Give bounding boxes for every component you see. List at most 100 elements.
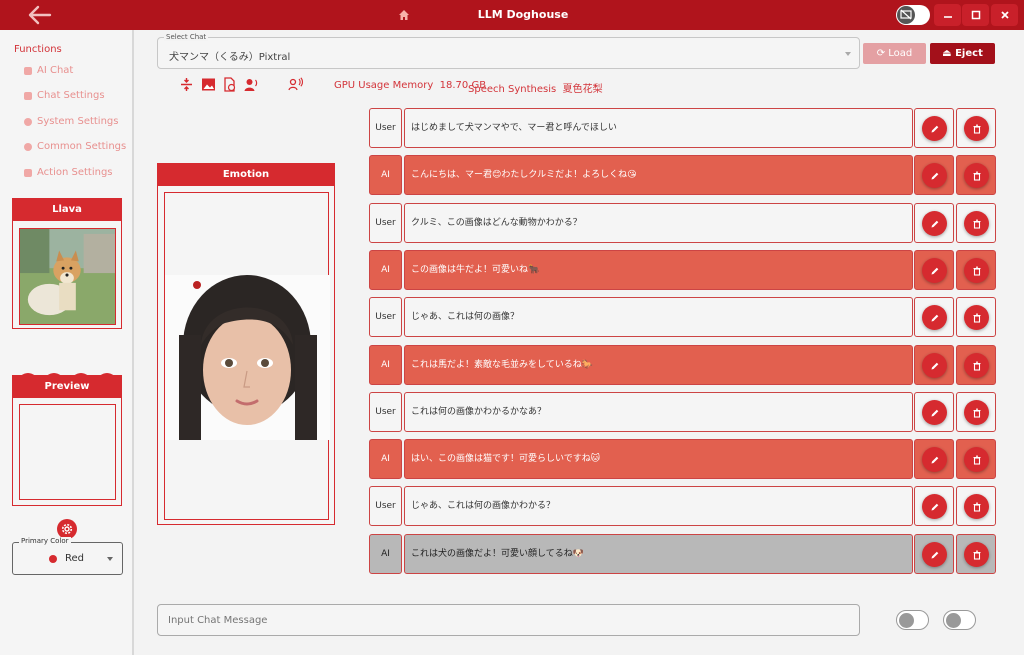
message-row: AI これは馬だよ！素敵な毛並みをしているね🐎 xyxy=(369,345,999,385)
theme-toggle[interactable] xyxy=(896,5,930,25)
select-chat-label: Select Chat xyxy=(164,33,209,41)
mic-toggle[interactable] xyxy=(896,610,929,630)
split-icon[interactable] xyxy=(179,77,194,92)
message-row: AI こんにちは、マー君😊わたしクルミだよ！よろしくね😘 xyxy=(369,155,999,195)
chat-input-box[interactable] xyxy=(157,604,860,636)
pencil-icon xyxy=(922,542,947,567)
trash-icon xyxy=(964,447,989,472)
minimize-button[interactable] xyxy=(934,4,961,26)
pencil-icon xyxy=(922,353,947,378)
sidebar-item-label: Chat Settings xyxy=(37,90,105,101)
message-row: User じゃあ、これは何の画像？ xyxy=(369,297,999,337)
select-chat-value: 犬マンマ（くるみ）Pixtral xyxy=(169,52,291,63)
maximize-icon xyxy=(971,10,980,20)
delete-message-button[interactable] xyxy=(956,345,996,385)
maximize-button[interactable] xyxy=(962,4,989,26)
message-row: AI これは犬の画像だよ！可愛い顔してるね🐶 xyxy=(369,534,999,574)
pencil-icon xyxy=(922,400,947,425)
load-label: Load xyxy=(888,48,913,59)
edit-message-button[interactable] xyxy=(914,439,954,479)
message-text: こんにちは、マー君😊わたしクルミだよ！よろしくね😘 xyxy=(404,155,913,195)
sidebar: Functions AI Chat Chat Settings System S… xyxy=(0,30,134,655)
trash-icon xyxy=(964,542,989,567)
edit-message-button[interactable] xyxy=(914,534,954,574)
edit-message-button[interactable] xyxy=(914,392,954,432)
message-role: AI xyxy=(369,250,402,290)
image-icon xyxy=(24,168,32,177)
delete-message-button[interactable] xyxy=(956,486,996,526)
trash-icon xyxy=(964,494,989,519)
sidebar-item-system-settings[interactable]: System Settings xyxy=(24,116,118,127)
edit-message-button[interactable] xyxy=(914,203,954,243)
primary-color-select[interactable]: Primary Color Red xyxy=(12,537,123,575)
image-icon[interactable] xyxy=(201,77,216,92)
load-button[interactable]: ⟳ Load xyxy=(863,43,926,64)
edit-message-button[interactable] xyxy=(914,297,954,337)
voice-settings-icon[interactable] xyxy=(288,77,303,92)
select-chat-dropdown[interactable]: Select Chat 犬マンマ（くるみ）Pixtral xyxy=(157,33,860,69)
edit-message-button[interactable] xyxy=(914,345,954,385)
message-role: AI xyxy=(369,439,402,479)
delete-message-button[interactable] xyxy=(956,155,996,195)
pencil-icon xyxy=(922,211,947,236)
message-text: この画像は牛だよ！可愛いね🐂 xyxy=(404,250,913,290)
edit-message-button[interactable] xyxy=(914,155,954,195)
delete-message-button[interactable] xyxy=(956,297,996,337)
speaker-toggle[interactable] xyxy=(943,610,976,630)
edit-message-button[interactable] xyxy=(914,250,954,290)
gpu-usage-status: GPU Usage Memory 18.70 GB xyxy=(334,80,486,91)
message-role: AI xyxy=(369,534,402,574)
delete-message-button[interactable] xyxy=(956,203,996,243)
primary-color-value: Red xyxy=(65,553,84,564)
palette-icon xyxy=(49,555,57,563)
trash-icon xyxy=(964,353,989,378)
file-sync-icon[interactable] xyxy=(222,77,237,92)
emotion-panel: Emotion xyxy=(157,163,335,525)
voice-user-icon[interactable] xyxy=(244,77,259,92)
edit-message-button[interactable] xyxy=(914,486,954,526)
functions-title: Functions xyxy=(14,44,62,55)
message-row: AI この画像は牛だよ！可愛いね🐂 xyxy=(369,250,999,290)
trash-icon xyxy=(964,400,989,425)
message-row: User はじめまして犬マンマやで、マー君と呼んでほしい xyxy=(369,108,999,148)
trash-icon xyxy=(964,258,989,283)
message-role: AI xyxy=(369,155,402,195)
sidebar-item-label: AI Chat xyxy=(37,65,74,76)
chevron-down-icon xyxy=(107,557,113,561)
preview-title: Preview xyxy=(13,376,121,398)
sidebar-item-ai-chat[interactable]: AI Chat xyxy=(24,65,73,76)
speech-label: Speech Synthesis xyxy=(468,84,557,95)
message-text: これは何の画像かわかるかなあ？ xyxy=(404,392,913,432)
sidebar-item-chat-settings[interactable]: Chat Settings xyxy=(24,90,105,101)
message-role: AI xyxy=(369,345,402,385)
emotion-title: Emotion xyxy=(158,164,334,186)
delete-message-button[interactable] xyxy=(956,108,996,148)
close-button[interactable] xyxy=(991,4,1018,26)
pencil-icon xyxy=(922,258,947,283)
delete-message-button[interactable] xyxy=(956,534,996,574)
preview-area xyxy=(19,404,116,500)
settings-gear-button[interactable] xyxy=(57,519,77,539)
delete-message-button[interactable] xyxy=(956,392,996,432)
monitor-off-icon xyxy=(900,9,912,20)
pencil-icon xyxy=(922,163,947,188)
sidebar-item-common-settings[interactable]: Common Settings xyxy=(24,141,126,152)
speech-value: 夏色花梨 xyxy=(562,84,603,95)
message-text: はい、この画像は猫です！可愛らしいですね🐱 xyxy=(404,439,913,479)
chat-message-input[interactable] xyxy=(158,605,859,635)
edit-message-button[interactable] xyxy=(914,108,954,148)
delete-message-button[interactable] xyxy=(956,250,996,290)
close-icon xyxy=(1000,11,1009,19)
eject-button[interactable]: ⏏ Eject xyxy=(930,43,995,64)
message-row: AI はい、この画像は猫です！可愛らしいですね🐱 xyxy=(369,439,999,479)
users-icon xyxy=(24,91,32,100)
preview-panel: Preview xyxy=(12,375,122,506)
dog-image xyxy=(19,228,116,325)
primary-color-label: Primary Color xyxy=(19,537,71,545)
pencil-icon xyxy=(922,305,947,330)
delete-message-button[interactable] xyxy=(956,439,996,479)
sidebar-item-action-settings[interactable]: Action Settings xyxy=(24,167,113,178)
message-row: User これは何の画像かわかるかなあ？ xyxy=(369,392,999,432)
trash-icon xyxy=(964,305,989,330)
sidebar-item-label: Common Settings xyxy=(37,141,127,152)
